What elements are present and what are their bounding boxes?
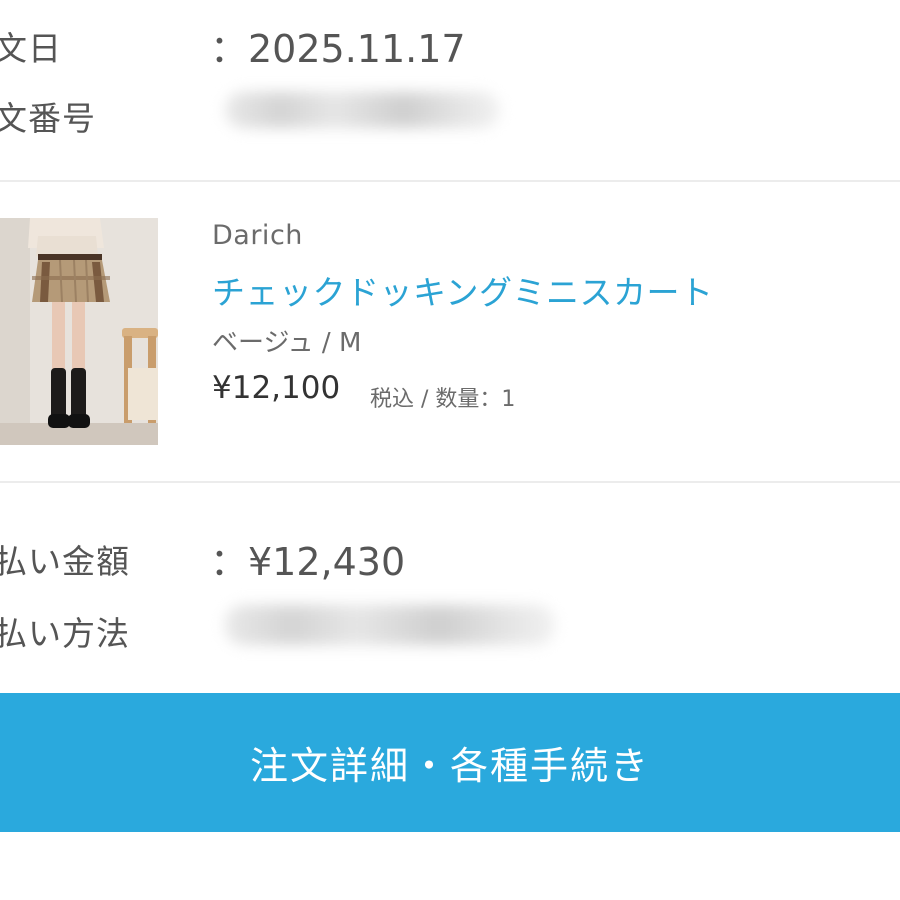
product-price-note: 税込 / 数量：1 (370, 387, 516, 412)
order-number-label: 文番号 (0, 99, 96, 138)
product-variant: ベージュ / M (212, 328, 362, 358)
product-brand: Darich (212, 220, 303, 251)
product-name-link[interactable]: チェックドッキングミニスカート (212, 266, 714, 314)
product-thumbnail[interactable] (0, 218, 158, 445)
order-detail-button-label: 注文詳細・各種手続き (249, 744, 650, 788)
payment-method-value-redacted (225, 605, 555, 645)
payment-amount-label: 払い金額 (0, 542, 130, 581)
payment-amount-value: ：¥12,430 (210, 540, 406, 584)
payment-method-label: 払い方法 (0, 614, 130, 653)
order-date-value: ：2025.11.17 (210, 27, 466, 71)
order-date-label: 文日 (0, 29, 62, 68)
divider (0, 180, 900, 182)
order-number-value-redacted (225, 92, 500, 128)
product-price: ¥12,100 (212, 370, 341, 406)
order-detail-button[interactable]: 注文詳細・各種手続き (0, 693, 900, 832)
divider (0, 481, 900, 483)
skirt-product-photo (0, 218, 158, 445)
